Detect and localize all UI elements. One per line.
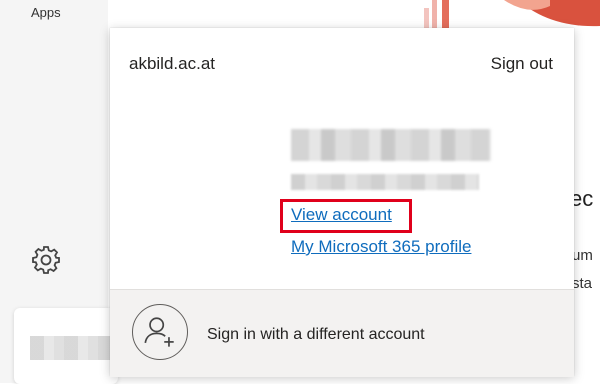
apps-label[interactable]: Apps — [31, 5, 61, 20]
background-text-line: sta — [572, 275, 593, 292]
gear-icon[interactable] — [30, 244, 62, 276]
microsoft-365-profile-link[interactable]: My Microsoft 365 profile — [291, 237, 471, 257]
blurred-user-info — [30, 336, 118, 360]
blurred-display-name — [291, 129, 491, 161]
different-account-bar[interactable]: Sign in with a different account — [110, 289, 574, 377]
blurred-email — [291, 174, 479, 190]
person-add-icon[interactable] — [132, 304, 188, 360]
organization-name: akbild.ac.at — [129, 54, 215, 73]
view-account-link[interactable]: View account — [291, 205, 392, 225]
account-manager-popup: akbild.ac.at Sign out View account My Mi… — [110, 28, 574, 377]
background-text-line: um — [572, 247, 593, 264]
sign-in-different-account-button[interactable]: Sign in with a different account — [207, 326, 425, 344]
background-illustration — [424, 0, 600, 30]
sign-out-button[interactable]: Sign out — [491, 54, 553, 74]
